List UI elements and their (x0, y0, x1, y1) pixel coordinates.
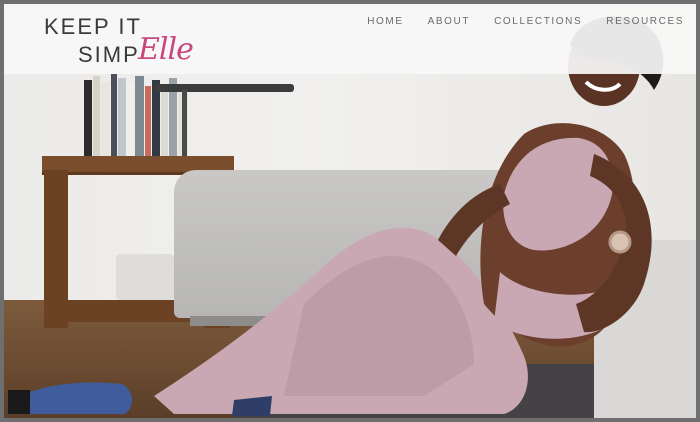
nav-resources-link[interactable]: RESOURCES (594, 16, 696, 27)
logo-script-text: Elle (138, 32, 194, 67)
nav-collections-link[interactable]: COLLECTIONS (482, 16, 594, 27)
logo-text-line1: KEEP IT (44, 14, 142, 39)
main-nav: HOME ABOUT COLLECTIONS RESOURCES (355, 16, 696, 27)
logo-text-line2: SIMP (78, 42, 140, 67)
site-logo[interactable]: KEEP IT SIMP Elle (44, 12, 204, 72)
nav-about-link[interactable]: ABOUT (416, 16, 482, 27)
nav-home-link[interactable]: HOME (355, 16, 415, 27)
page-frame: KEEP IT SIMP Elle HOME ABOUT COLLECTIONS… (4, 4, 696, 418)
site-header: KEEP IT SIMP Elle HOME ABOUT COLLECTIONS… (4, 4, 696, 74)
